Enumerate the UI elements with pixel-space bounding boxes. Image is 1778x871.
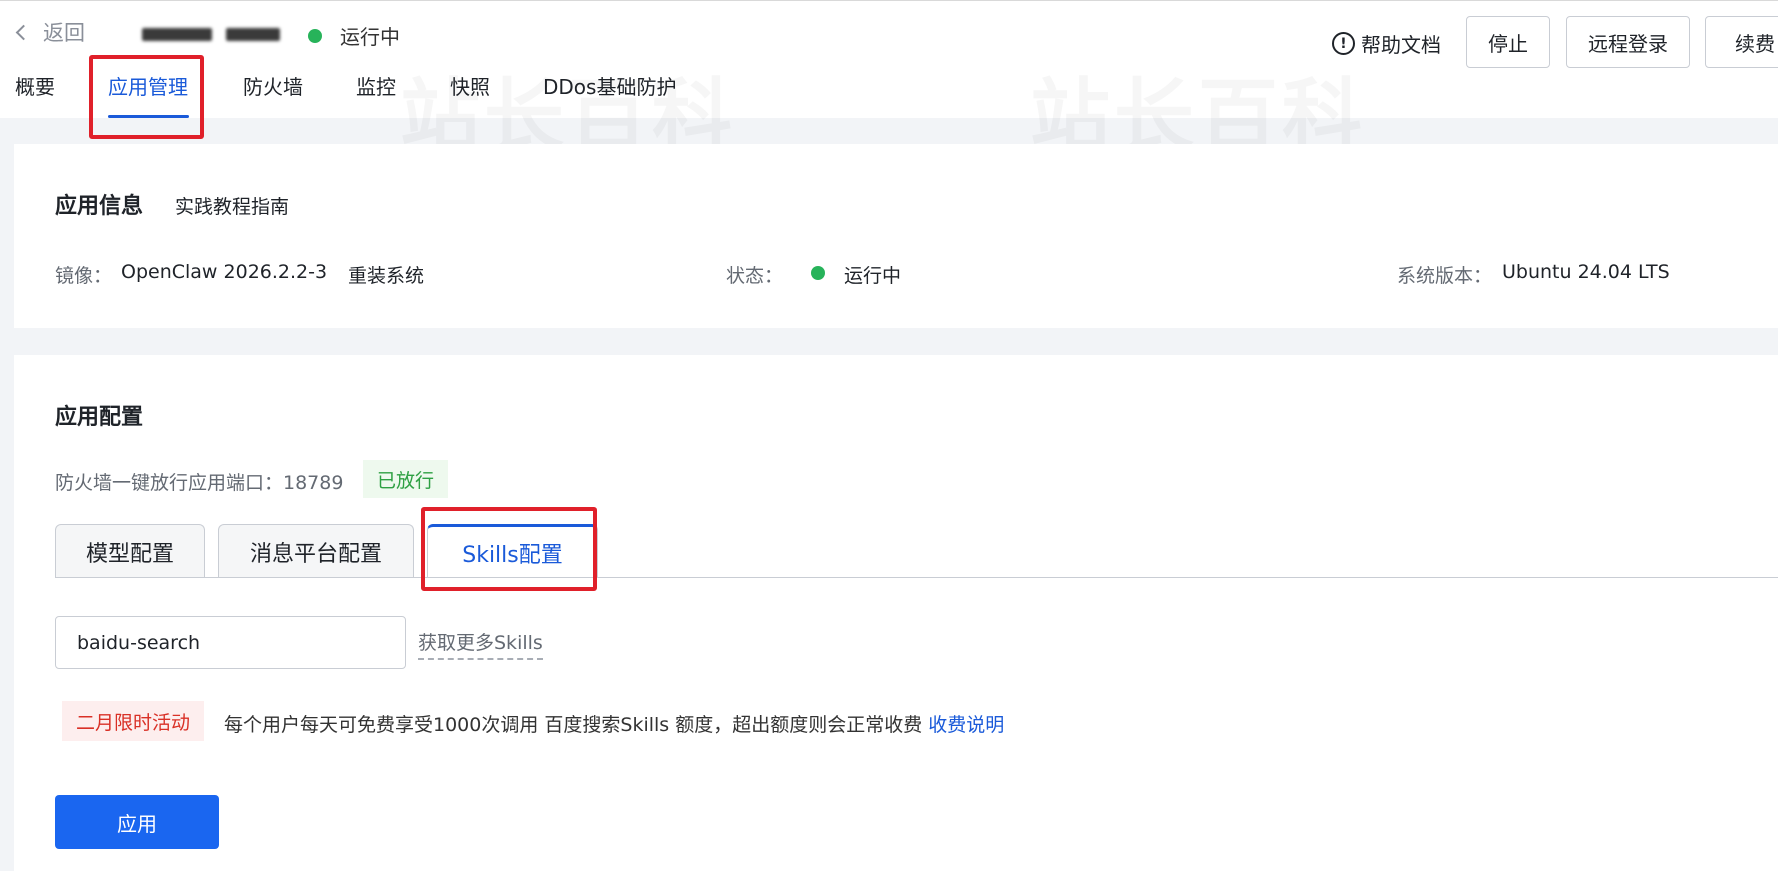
nav-tab-ddos-protection[interactable]: DDos基础防护 bbox=[543, 71, 676, 100]
help-docs-label: 帮助文档 bbox=[1361, 33, 1441, 57]
app-config-title: 应用配置 bbox=[55, 405, 144, 430]
status-label: 状态： bbox=[726, 265, 784, 287]
os-version-label: 系统版本： bbox=[1397, 265, 1493, 287]
firewall-port-text: 防火墙一键放行应用端口：18789 bbox=[55, 472, 344, 494]
highlight-box-skills-tab bbox=[421, 507, 597, 591]
app-info-card: 应用信息 实践教程指南 镜像： OpenClaw 2026.2.2-3 重装系统… bbox=[14, 144, 1778, 328]
port-allowed-badge: 已放行 bbox=[363, 460, 449, 498]
get-more-skills-link[interactable]: 获取更多Skills bbox=[418, 628, 543, 660]
chevron-left-icon bbox=[15, 24, 32, 40]
nav-tab-monitoring[interactable]: 监控 bbox=[356, 71, 396, 100]
reinstall-system-link[interactable]: 重装系统 bbox=[348, 261, 424, 288]
back-button[interactable]: 返回 bbox=[15, 17, 85, 47]
status-dot-icon bbox=[811, 266, 825, 280]
remote-login-button[interactable]: 远程登录 bbox=[1566, 16, 1690, 68]
tab-divider bbox=[55, 577, 1778, 578]
app-info-title: 应用信息 bbox=[55, 194, 144, 219]
nav-tab-overview[interactable]: 概要 bbox=[15, 71, 55, 100]
tab-message-platform-config[interactable]: 消息平台配置 bbox=[218, 524, 414, 578]
stop-button[interactable]: 停止 bbox=[1466, 16, 1550, 68]
top-bar: 返回 运行中 ! 帮助文档 停止 远程登录 续费 概要 应用管理 防火墙 监控 … bbox=[0, 0, 1778, 118]
os-version-value: Ubuntu 24.04 LTS bbox=[1502, 261, 1670, 283]
nav-tab-snapshot[interactable]: 快照 bbox=[450, 71, 490, 100]
promo-description: 每个用户每天可免费享受1000次调用 百度搜索Skills 额度，超出额度则会正… bbox=[224, 710, 1004, 737]
renew-button[interactable]: 续费 bbox=[1705, 16, 1778, 68]
highlight-box-nav bbox=[89, 55, 204, 139]
image-label: 镜像： bbox=[55, 265, 113, 287]
redacted-instance-name bbox=[142, 28, 212, 41]
nav-tab-firewall[interactable]: 防火墙 bbox=[243, 71, 303, 100]
instance-status: 运行中 bbox=[308, 21, 400, 50]
help-docs-link[interactable]: ! 帮助文档 bbox=[1332, 29, 1441, 58]
back-label: 返回 bbox=[43, 21, 85, 45]
app-config-card: 应用配置 防火墙一键放行应用端口：18789 已放行 模型配置 消息平台配置 S… bbox=[14, 355, 1778, 871]
image-value: OpenClaw 2026.2.2-3 bbox=[121, 261, 328, 283]
apply-button[interactable]: 应用 bbox=[55, 795, 219, 849]
promo-text: 每个用户每天可免费享受1000次调用 百度搜索Skills 额度，超出额度则会正… bbox=[224, 714, 923, 736]
status-dot-icon bbox=[308, 28, 322, 43]
status-value: 运行中 bbox=[844, 265, 902, 287]
skill-name-input[interactable]: baidu-search bbox=[55, 616, 406, 669]
billing-info-link[interactable]: 收费说明 bbox=[928, 714, 1004, 736]
redacted-instance-id bbox=[226, 28, 280, 41]
instance-status-text: 运行中 bbox=[340, 25, 400, 49]
tab-model-config[interactable]: 模型配置 bbox=[55, 524, 205, 578]
exclamation-circle-icon: ! bbox=[1332, 32, 1355, 55]
tutorial-guide-link[interactable]: 实践教程指南 bbox=[175, 192, 289, 219]
promo-tag: 二月限时活动 bbox=[62, 701, 205, 741]
